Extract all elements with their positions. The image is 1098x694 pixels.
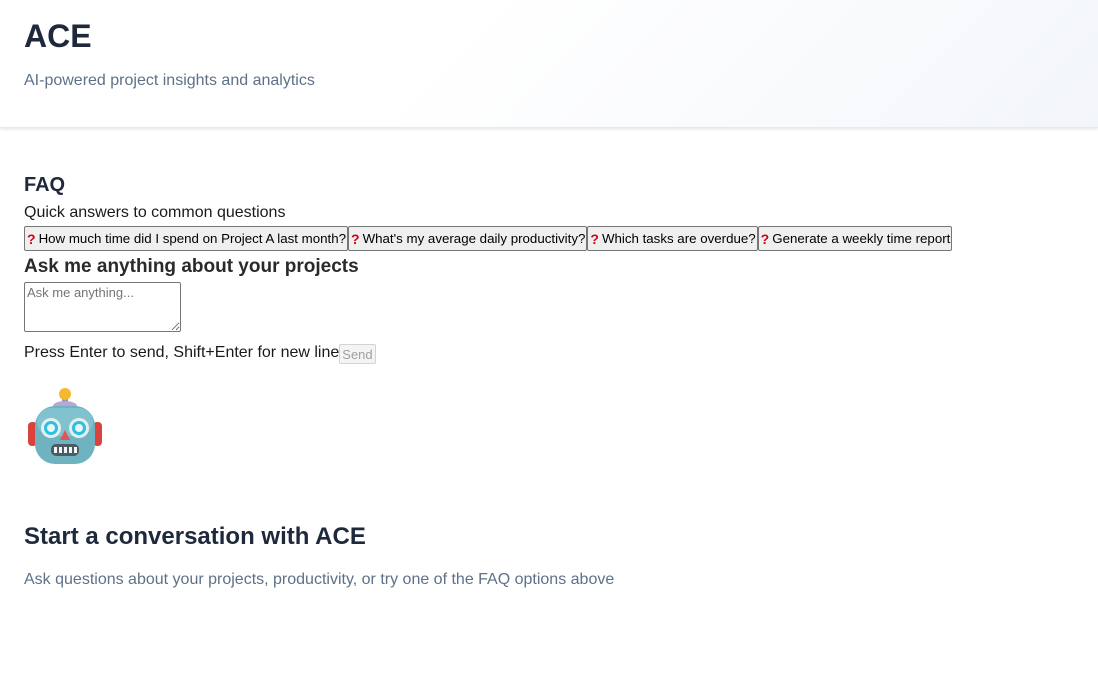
robot-tooth bbox=[54, 447, 57, 453]
faq-subtitle: Quick answers to common questions bbox=[24, 204, 286, 221]
empty-state-subtitle: Ask questions about your projects, produ… bbox=[24, 571, 615, 588]
robot-tooth bbox=[59, 447, 62, 453]
robot-tooth bbox=[69, 447, 72, 453]
robot-icon bbox=[28, 388, 102, 464]
faq-button-label: Generate a weekly time report bbox=[772, 231, 951, 246]
chat-input[interactable] bbox=[24, 282, 181, 332]
faq-button-project-time[interactable]: ? How much time did I spend on Project A… bbox=[24, 226, 349, 251]
send-button[interactable]: Send bbox=[339, 344, 376, 364]
empty-state-title: Start a conversation with ACE bbox=[24, 523, 366, 550]
question-mark-icon: ? bbox=[27, 230, 36, 247]
robot-tooth bbox=[74, 447, 77, 453]
faq-button-overdue-tasks[interactable]: ? Which tasks are overdue? bbox=[587, 226, 758, 251]
question-mark-icon: ? bbox=[760, 230, 770, 247]
chat-hint-row: Press Enter to send, Shift+Enter for new… bbox=[24, 343, 376, 364]
faq-button-avg-productivity[interactable]: ? What's my average daily productivity? bbox=[348, 226, 588, 251]
robot-left-pupil bbox=[47, 424, 55, 432]
faq-button-label: What's my average daily productivity? bbox=[362, 231, 586, 246]
robot-antenna-bulb bbox=[59, 388, 71, 400]
chat-section-title: Ask me anything about your projects bbox=[24, 256, 359, 277]
question-mark-icon: ? bbox=[351, 230, 360, 247]
question-mark-icon: ? bbox=[590, 230, 599, 247]
faq-button-row: ? How much time did I spend on Project A… bbox=[24, 226, 953, 251]
app-subtitle: AI-powered project insights and analytic… bbox=[24, 72, 315, 89]
chat-hint: Press Enter to send, Shift+Enter for new… bbox=[24, 344, 340, 361]
faq-button-label: How much time did I spend on Project A l… bbox=[38, 231, 347, 246]
robot-tooth bbox=[64, 447, 67, 453]
faq-title: FAQ bbox=[24, 174, 66, 196]
faq-button-weekly-report[interactable]: ? Generate a weekly time report bbox=[757, 226, 953, 251]
faq-button-label: Which tasks are overdue? bbox=[601, 231, 756, 246]
app-title: ACE bbox=[24, 18, 92, 54]
app-header: ACE AI-powered project insights and anal… bbox=[0, 0, 1098, 128]
robot-right-pupil bbox=[75, 424, 83, 432]
